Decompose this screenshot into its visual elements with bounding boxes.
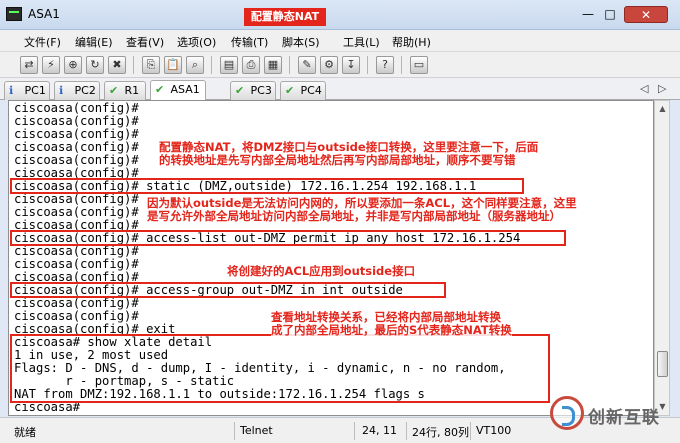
status-protocol: Telnet: [240, 424, 273, 437]
toolbar-separator: [211, 56, 212, 74]
disconnect-icon[interactable]: ✖: [108, 56, 126, 74]
annotation-access-group: 将创建好的ACL应用到outside接口: [227, 264, 416, 278]
terminal-scrollbar[interactable]: ▲ ▼: [654, 100, 670, 416]
toolbar-separator: [133, 56, 134, 74]
maximize-button[interactable]: □: [600, 6, 620, 23]
menu-help[interactable]: 帮助(H): [392, 34, 431, 50]
toolbar-separator: [367, 56, 368, 74]
find-icon[interactable]: ⌕: [186, 56, 204, 74]
status-cursor: 24, 11: [362, 424, 397, 437]
watermark-text: 创新互联: [588, 408, 660, 428]
terminal-line: ciscoasa#: [14, 400, 81, 414]
watermark: 创新互联: [548, 392, 678, 434]
keymap-icon[interactable]: ↧: [342, 56, 360, 74]
connect-icon[interactable]: ⇄: [20, 56, 38, 74]
tab-r1[interactable]: ✔ R1: [104, 81, 146, 100]
session-tab-bar: ℹ PC1 ℹ PC2 ✔ R1 ✔ ASA1 ✔ PC3 ✔ PC4 ◁ ▷: [0, 78, 680, 101]
status-divider: [234, 422, 235, 440]
tab-pc3[interactable]: ✔ PC3: [230, 81, 276, 100]
tab-asa1[interactable]: ✔ ASA1: [150, 80, 206, 101]
tab-label: ASA1: [170, 83, 200, 96]
copy-icon[interactable]: ⎘: [142, 56, 160, 74]
annotation-static-nat: 配置静态NAT，将DMZ接口与outside接口转换，这里要注意一下，后面 的转…: [159, 140, 539, 167]
watermark-logo-icon: [550, 396, 584, 430]
check-icon: ✔: [109, 84, 119, 97]
global-options-icon[interactable]: ⚙: [320, 56, 338, 74]
tab-pc4[interactable]: ✔ PC4: [280, 81, 326, 100]
menu-file[interactable]: 文件(F): [24, 34, 61, 50]
window-title: ASA1: [28, 7, 60, 21]
tab-label: PC2: [74, 84, 96, 97]
tab-label: R1: [124, 84, 140, 97]
tab-pc2[interactable]: ℹ PC2: [54, 81, 100, 100]
scrollbar-thumb[interactable]: [657, 351, 668, 377]
menu-bar: 文件(F) 编辑(E) 查看(V) 选项(O) 传输(T) 脚本(S) 工具(L…: [0, 30, 680, 52]
print-screen-icon[interactable]: ▦: [264, 56, 282, 74]
title-annotation-label: 配置静态NAT: [244, 8, 326, 26]
close-button[interactable]: ✕: [624, 6, 668, 23]
menu-transfer[interactable]: 传输(T): [231, 34, 268, 50]
menu-script[interactable]: 脚本(S): [282, 34, 320, 50]
tab-label: PC1: [24, 84, 46, 97]
check-icon: ✔: [285, 84, 295, 97]
tab-scroll-left-icon[interactable]: ◁: [640, 82, 648, 95]
print-icon[interactable]: ⎙: [242, 56, 260, 74]
quick-connect-icon[interactable]: ⚡: [42, 56, 60, 74]
screen-icon[interactable]: ▭: [410, 56, 428, 74]
terminal-screen[interactable]: ciscoasa(config)# ciscoasa(config)# cisc…: [8, 100, 654, 416]
menu-tools[interactable]: 工具(L): [343, 34, 380, 50]
toolbar-separator: [401, 56, 402, 74]
print-setup-icon[interactable]: ▤: [220, 56, 238, 74]
status-text: 就绪: [14, 426, 36, 439]
reconnect-icon[interactable]: ↻: [86, 56, 104, 74]
tab-label: PC4: [300, 84, 322, 97]
status-size: 24行, 80列: [412, 426, 469, 439]
menu-options[interactable]: 选项(O): [177, 34, 216, 50]
tab-scroll-right-icon[interactable]: ▷: [658, 82, 666, 95]
annotation-acl: 因为默认outside是无法访问内网的，所以要添加一条ACL，这个同样要注意，这…: [147, 196, 577, 223]
toolbar: ⇄ ⚡ ⊕ ↻ ✖ ⎘ 📋 ⌕ ▤ ⎙ ▦ ✎ ⚙ ↧ ? ▭: [0, 52, 680, 78]
help-icon[interactable]: ?: [376, 56, 394, 74]
status-terminal-type: VT100: [476, 424, 512, 437]
session-options-icon[interactable]: ✎: [298, 56, 316, 74]
info-icon: ℹ: [9, 84, 14, 97]
status-divider: [354, 422, 355, 440]
menu-edit[interactable]: 编辑(E): [75, 34, 113, 50]
check-icon: ✔: [155, 83, 165, 96]
annotation-xlate: 查看地址转换关系，已经将内部局部地址转换 成了内部全局地址，最后的S代表静态NA…: [271, 310, 512, 337]
check-icon: ✔: [235, 84, 245, 97]
status-divider: [406, 422, 407, 440]
info-icon: ℹ: [59, 84, 64, 97]
connect-tab-icon[interactable]: ⊕: [64, 56, 82, 74]
tab-pc1[interactable]: ℹ PC1: [4, 81, 50, 100]
scroll-up-icon[interactable]: ▲: [657, 103, 668, 114]
toolbar-separator: [289, 56, 290, 74]
minimize-button[interactable]: —: [578, 6, 598, 23]
title-bar: ASA1 配置静态NAT — □ ✕: [0, 0, 680, 30]
terminal-app-icon: [6, 7, 22, 21]
menu-view[interactable]: 查看(V): [126, 34, 164, 50]
paste-icon[interactable]: 📋: [164, 56, 182, 74]
tab-label: PC3: [250, 84, 272, 97]
status-divider: [470, 422, 471, 440]
